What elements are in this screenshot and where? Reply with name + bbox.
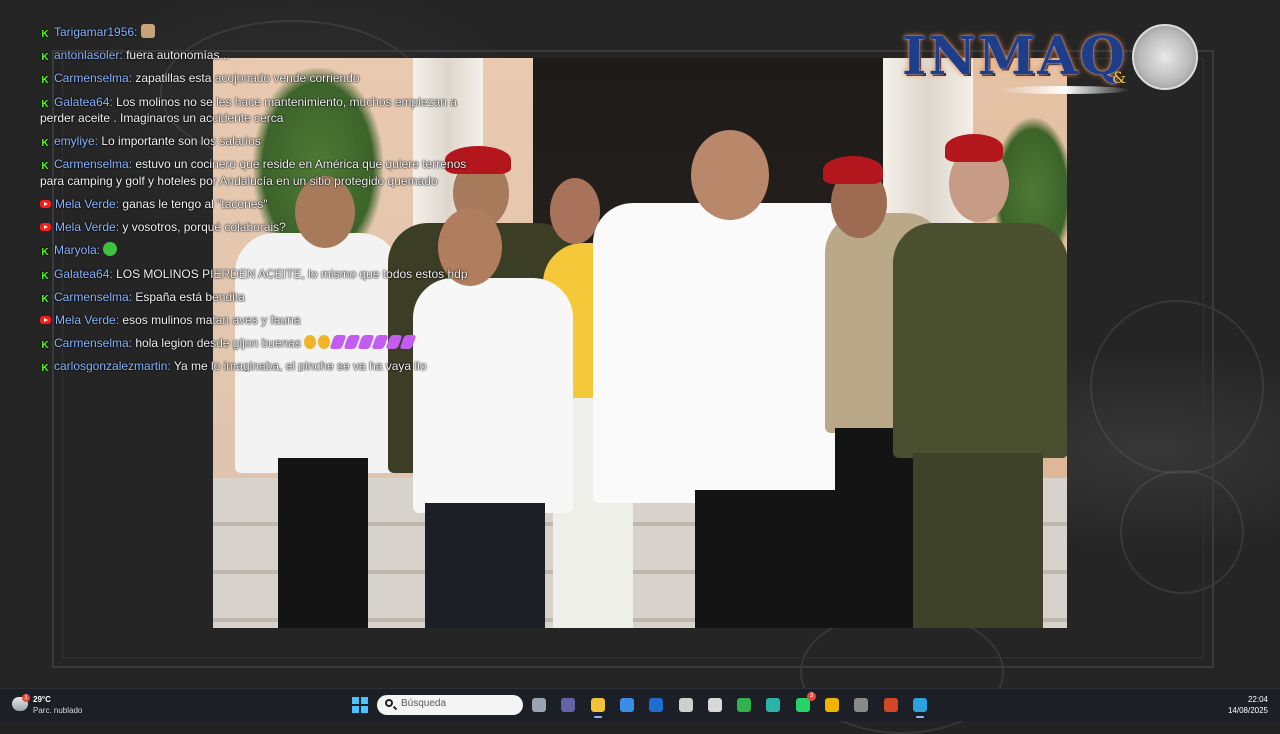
weather-description: Parc. nublado bbox=[33, 706, 83, 715]
kick-icon: K bbox=[41, 138, 49, 150]
chat-username[interactable]: Mela Verde: bbox=[55, 220, 119, 234]
chat-username[interactable]: carlosgonzalezmartin: bbox=[54, 359, 171, 372]
chat-message: Kcarlosgonzalezmartin: Ya me lo imaginab… bbox=[40, 358, 490, 372]
chat-username[interactable]: antonlasoler: bbox=[54, 48, 123, 62]
taskbar-app-chrome[interactable] bbox=[822, 695, 842, 715]
youtube-icon bbox=[40, 200, 51, 209]
kick-icon: K bbox=[41, 161, 49, 173]
taskbar-app-store[interactable] bbox=[617, 695, 637, 715]
inmaq-logo: INMAQ & bbox=[900, 22, 1205, 104]
kick-icon: K bbox=[41, 75, 49, 87]
taskbar-app-whatsapp[interactable]: 3 bbox=[793, 692, 816, 715]
chat-message: Mela Verde: esos mulinos matan aves y fa… bbox=[40, 312, 490, 328]
notification-badge: 3 bbox=[807, 692, 816, 701]
logo-swoosh bbox=[1000, 86, 1130, 94]
kick-icon: K bbox=[41, 363, 49, 372]
taskbar-app-obs[interactable] bbox=[851, 695, 871, 715]
search-placeholder: Búsqueda bbox=[401, 698, 447, 709]
row-emote-icon bbox=[304, 335, 417, 350]
chat-message: K Carmenselma: zapatillas esta acojonado … bbox=[40, 70, 490, 86]
kick-icon: K bbox=[41, 293, 49, 305]
windows-logo-icon bbox=[352, 697, 359, 704]
clock-date: 14/08/2025 bbox=[1227, 706, 1268, 715]
chat-text: y vosotros, porqué colaboráis? bbox=[122, 220, 286, 235]
taskbar-search-box[interactable]: Búsqueda bbox=[377, 695, 523, 715]
search-icon bbox=[385, 699, 393, 707]
kick-icon: K bbox=[41, 29, 49, 40]
chat-text: zapatillas esta acojonado vende corriend… bbox=[135, 71, 360, 86]
chat-message: Mela Verde: y vosotros, porqué colaborái… bbox=[40, 219, 490, 235]
chat-message: K Carmenselma: España está bendita bbox=[40, 289, 490, 305]
live-chat-overlay: K Tarigamar1956: Kantonlasoler: fuera aut… bbox=[40, 24, 490, 372]
kick-icon: K bbox=[41, 270, 49, 282]
clock-time: 22:04 bbox=[1247, 695, 1268, 704]
chat-text: hola legion desde gijon buenas bbox=[135, 336, 301, 351]
chat-text: fuera autonomías... bbox=[126, 48, 230, 63]
chat-username[interactable]: Carmenselma: bbox=[54, 157, 132, 171]
chat-message: K Galatea64: Los molinos no se les hace m… bbox=[40, 94, 490, 127]
chat-username[interactable]: Carmenselma: bbox=[54, 336, 132, 350]
chat-message: Kantonlasoler: fuera autonomías... bbox=[40, 47, 490, 63]
weather-widget[interactable]: 1 29°C Parc. nublado bbox=[10, 694, 130, 718]
chat-username[interactable]: Carmenselma: bbox=[54, 290, 132, 304]
chat-text: ganas le tengo al "tacones" bbox=[122, 197, 268, 212]
chat-text: LOS MOLINOS PIERDEN ACEITE, lo mismo que… bbox=[116, 266, 468, 281]
chat-username[interactable]: Galatea64: bbox=[54, 95, 113, 109]
taskbar-app-file-explorer[interactable] bbox=[588, 695, 608, 718]
taskbar-app-obs-like[interactable] bbox=[676, 695, 696, 715]
weather-notification-badge: 1 bbox=[22, 694, 30, 702]
chat-text: Ya me lo imaginaba, el pinche se va ha v… bbox=[173, 359, 427, 372]
cat-emote-icon bbox=[140, 24, 155, 38]
taskbar-app-teams[interactable] bbox=[558, 695, 578, 715]
taskbar-app-task-view[interactable] bbox=[529, 695, 549, 715]
kick-icon: K bbox=[41, 247, 49, 259]
chat-message: K Carmenselma: estuvo un cocinero que res… bbox=[40, 156, 490, 189]
chat-message: K Tarigamar1956: bbox=[40, 24, 490, 40]
taskbar-app-camtasia[interactable] bbox=[734, 695, 754, 715]
taskbar-app-outlook[interactable] bbox=[646, 695, 666, 715]
taskbar-app-telegram[interactable] bbox=[910, 695, 930, 718]
taskbar-app-powerpoint[interactable] bbox=[881, 695, 901, 715]
weather-temperature: 29°C bbox=[33, 695, 51, 704]
chat-username[interactable]: Carmenselma: bbox=[54, 71, 132, 85]
chat-username[interactable]: Tarigamar1956: bbox=[54, 25, 137, 39]
chat-message: K Carmenselma: hola legion desde gijon bu… bbox=[40, 335, 490, 351]
green-emote-icon bbox=[103, 242, 118, 257]
chat-username[interactable]: Mela Verde: bbox=[55, 313, 119, 327]
logo-seal-icon bbox=[1132, 24, 1198, 90]
windows-taskbar: 1 29°C Parc. nublado Búsqueda 3 22:04 14… bbox=[0, 688, 1280, 721]
taskbar-app-unity-like[interactable] bbox=[705, 695, 725, 715]
kick-icon: K bbox=[41, 340, 49, 352]
logo-text: INMAQ bbox=[902, 26, 1128, 87]
start-button[interactable] bbox=[352, 697, 368, 713]
chat-message: Kemyliye: Lo importante son los salarios bbox=[40, 133, 490, 149]
chat-message: Mela Verde: ganas le tengo al "tacones" bbox=[40, 196, 490, 212]
chat-message: K Maryola: bbox=[40, 242, 490, 258]
chat-username[interactable]: emyliye: bbox=[54, 134, 98, 148]
youtube-icon bbox=[40, 316, 51, 325]
chat-text: esos mulinos matan aves y fauna bbox=[122, 313, 301, 328]
chat-username[interactable]: Maryola: bbox=[54, 243, 100, 257]
chat-username[interactable]: Galatea64: bbox=[54, 267, 113, 281]
youtube-icon bbox=[40, 223, 51, 232]
kick-icon: K bbox=[41, 52, 49, 64]
chat-text: Lo importante son los salarios bbox=[101, 134, 261, 149]
logo-ampersand: & bbox=[1112, 68, 1127, 87]
taskbar-app-edge[interactable] bbox=[763, 695, 783, 715]
chat-message: K Galatea64: LOS MOLINOS PIERDEN ACEITE, … bbox=[40, 266, 490, 282]
chat-text: España está bendita bbox=[135, 289, 245, 304]
system-clock[interactable]: 22:04 14/08/2025 bbox=[1228, 694, 1268, 716]
kick-icon: K bbox=[41, 98, 49, 110]
chat-username[interactable]: Mela Verde: bbox=[55, 197, 119, 211]
